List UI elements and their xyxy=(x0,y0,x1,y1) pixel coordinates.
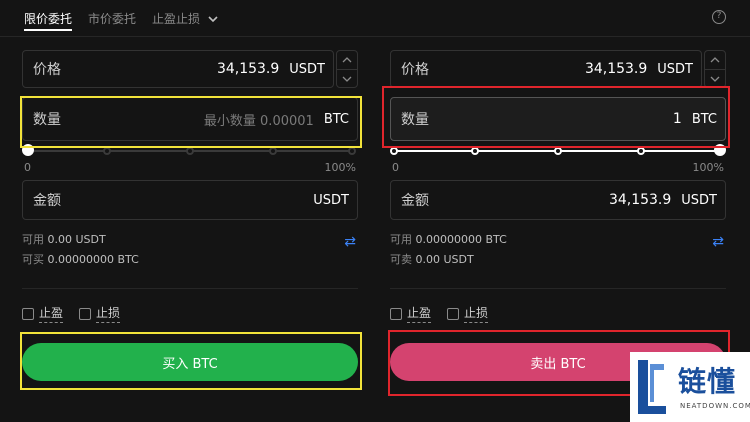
sell-available-value: 0.00000000 BTC xyxy=(415,233,507,246)
chevron-down-icon xyxy=(342,76,352,82)
sell-slider-thumb[interactable] xyxy=(714,144,726,156)
watermark-en: NEATDOWN.COM xyxy=(680,402,750,410)
buy-take-profit-label: 止盈 xyxy=(39,304,64,323)
sell-balance-info: 可用 0.00000000 BTC 可卖 0.00 USDT ⇄ xyxy=(390,230,726,270)
sell-slider-node-25[interactable] xyxy=(471,147,479,155)
swap-arrows-icon[interactable]: ⇄ xyxy=(712,232,724,252)
buy-amount-unit: USDT xyxy=(313,192,349,208)
tab-tp-sl[interactable]: 止盈止损 xyxy=(152,10,218,27)
sell-price-unit: USDT xyxy=(657,61,693,77)
sell-can-label: 可卖 xyxy=(390,253,412,266)
buy-amount-label: 金额 xyxy=(33,193,61,209)
header-divider xyxy=(0,36,750,37)
buy-stop-loss-checkbox[interactable]: 止损 xyxy=(79,304,121,323)
watermark-cn: 链懂 xyxy=(678,365,737,398)
buy-price-unit: USDT xyxy=(289,61,325,77)
sell-quantity-field[interactable]: 数量 1 BTC xyxy=(390,97,726,141)
buy-available-row: 可用 0.00 USDT xyxy=(22,230,358,250)
sell-slider-node-0[interactable] xyxy=(390,147,398,155)
buy-quantity-slider[interactable] xyxy=(22,143,358,159)
neatdown-logo-icon xyxy=(638,360,666,414)
sell-available-row: 可用 0.00000000 BTC xyxy=(390,230,726,250)
active-tab-underline xyxy=(24,29,72,31)
checkbox-icon xyxy=(447,307,460,320)
chevron-down-icon xyxy=(208,16,218,23)
tab-limit-order[interactable]: 限价委托 xyxy=(24,10,72,27)
buy-slider-node-25[interactable] xyxy=(103,147,111,155)
sell-can-value: 0.00 USDT xyxy=(415,253,474,266)
sell-quantity-value: 1 xyxy=(672,111,682,127)
buy-btc-button[interactable]: 买入 BTC xyxy=(22,343,358,381)
sell-price-label: 价格 xyxy=(401,62,429,78)
buy-slider-node-100[interactable] xyxy=(348,147,356,155)
sell-amount-label: 金额 xyxy=(401,193,429,209)
buy-balance-info: 可用 0.00 USDT 可买 0.00000000 BTC ⇄ xyxy=(22,230,358,270)
buy-slider-scale: 0 100% xyxy=(22,161,358,174)
buy-price-stepper xyxy=(336,50,358,88)
sell-available-label: 可用 xyxy=(390,233,412,246)
buy-slider-thumb[interactable] xyxy=(22,144,34,156)
buy-price-decrease-button[interactable] xyxy=(337,69,357,87)
sell-panel: 价格 34,153.9 USDT 数量 1 BTC 0 100% 金额 34,1… xyxy=(390,50,726,381)
tab-tp-sl-label: 止盈止损 xyxy=(152,11,201,26)
checkbox-icon xyxy=(22,307,34,320)
buy-price-field[interactable]: 价格 34,153.9 USDT xyxy=(22,50,334,88)
sell-price-decrease-button[interactable] xyxy=(705,69,725,87)
sell-price-value: 34,153.9 xyxy=(584,61,648,77)
buy-amount-field[interactable]: 金额 USDT xyxy=(22,180,358,220)
sell-price-increase-button[interactable] xyxy=(705,51,725,69)
buy-tp-sl-options: 止盈 止损 xyxy=(22,304,358,323)
sell-price-stepper xyxy=(704,50,726,88)
chevron-up-icon xyxy=(342,57,352,63)
buy-quantity-placeholder: 最小数量 0.00001 xyxy=(203,113,314,129)
sell-take-profit-label: 止盈 xyxy=(407,304,432,323)
sell-tp-sl-options: 止盈 止损 xyxy=(390,304,726,323)
buy-slider-node-75[interactable] xyxy=(269,147,277,155)
buy-available-value: 0.00 USDT xyxy=(47,233,106,246)
watermark-logo: 链懂 NEATDOWN.COM xyxy=(630,352,750,422)
buy-stop-loss-label: 止损 xyxy=(96,304,121,323)
sell-take-profit-checkbox[interactable]: 止盈 xyxy=(390,304,432,323)
buy-quantity-label: 数量 xyxy=(33,112,61,128)
question-circle-icon[interactable]: ? xyxy=(712,10,726,24)
buy-take-profit-checkbox[interactable]: 止盈 xyxy=(22,304,64,323)
sell-amount-value: 34,153.9 xyxy=(608,192,672,208)
buy-can-row: 可买 0.00000000 BTC xyxy=(22,250,358,270)
buy-quantity-field[interactable]: 数量 最小数量 0.00001 BTC xyxy=(22,97,358,141)
buy-can-label: 可买 xyxy=(22,253,44,266)
tab-market-order[interactable]: 市价委托 xyxy=(88,10,136,27)
sell-slider-node-50[interactable] xyxy=(554,147,562,155)
sell-slider-min: 0 xyxy=(392,161,399,174)
buy-panel: 价格 34,153.9 USDT 数量 最小数量 0.00001 BTC 0 1… xyxy=(22,50,358,381)
sell-price-field[interactable]: 价格 34,153.9 USDT xyxy=(390,50,702,88)
sell-divider xyxy=(390,288,726,289)
sell-can-row: 可卖 0.00 USDT xyxy=(390,250,726,270)
chevron-up-icon xyxy=(710,57,720,63)
swap-arrows-icon[interactable]: ⇄ xyxy=(344,232,356,252)
sell-quantity-unit: BTC xyxy=(691,111,717,127)
buy-price-value: 34,153.9 xyxy=(216,61,280,77)
checkbox-icon xyxy=(79,307,92,320)
buy-available-label: 可用 xyxy=(22,233,44,246)
order-type-tabs: 限价委托 市价委托 止盈止损 xyxy=(24,8,218,28)
sell-quantity-label: 数量 xyxy=(401,112,429,128)
buy-slider-min: 0 xyxy=(24,161,31,174)
buy-can-value: 0.00000000 BTC xyxy=(47,253,139,266)
buy-slider-max: 100% xyxy=(324,161,356,174)
buy-price-increase-button[interactable] xyxy=(337,51,357,69)
checkbox-icon xyxy=(390,307,402,320)
sell-amount-unit: USDT xyxy=(681,192,717,208)
buy-divider xyxy=(22,288,358,289)
sell-quantity-slider[interactable] xyxy=(390,143,726,159)
buy-price-label: 价格 xyxy=(33,62,61,78)
buy-slider-node-50[interactable] xyxy=(186,147,194,155)
sell-stop-loss-label: 止损 xyxy=(464,304,489,323)
sell-slider-max: 100% xyxy=(692,161,724,174)
sell-slider-scale: 0 100% xyxy=(390,161,726,174)
chevron-down-icon xyxy=(710,76,720,82)
sell-slider-node-75[interactable] xyxy=(637,147,645,155)
sell-amount-field[interactable]: 金额 34,153.9 USDT xyxy=(390,180,726,220)
sell-stop-loss-checkbox[interactable]: 止损 xyxy=(447,304,489,323)
buy-quantity-unit: BTC xyxy=(323,111,349,127)
